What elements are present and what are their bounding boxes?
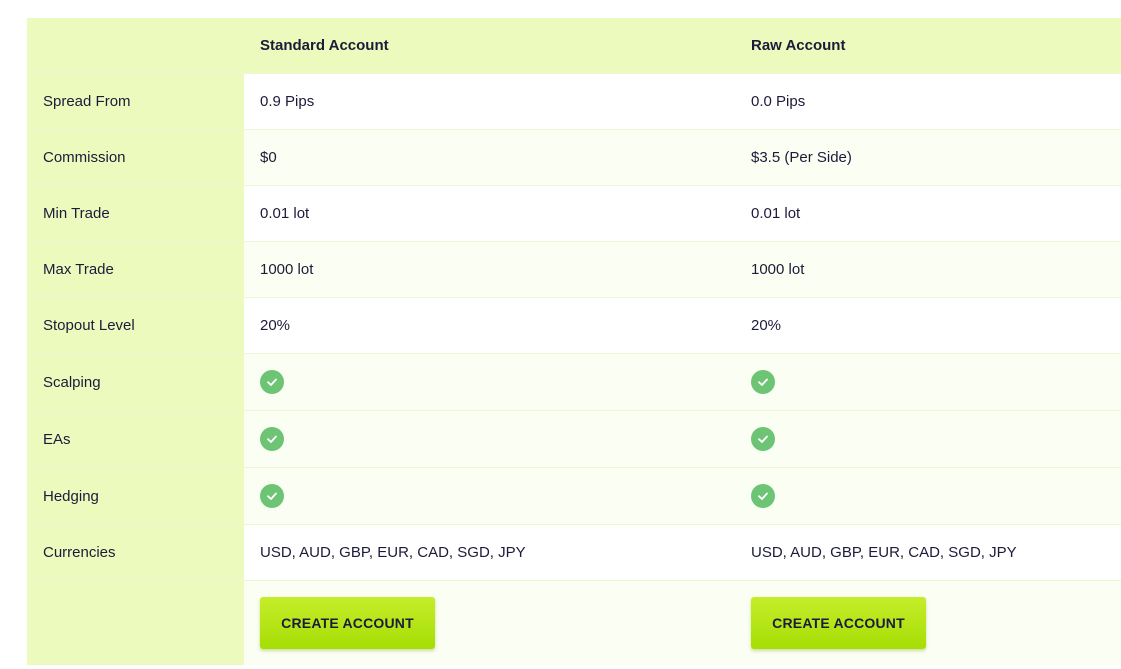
row-label: Spread From xyxy=(27,74,244,129)
standard-eas-cell xyxy=(244,411,735,467)
row-label: Scalping xyxy=(27,354,244,410)
table-row: Commission $0 $3.5 (Per Side) xyxy=(27,130,1121,186)
table-row: EAs xyxy=(27,411,1121,468)
create-raw-account-button[interactable]: CREATE ACCOUNT xyxy=(751,597,926,649)
table-row: Max Trade 1000 lot 1000 lot xyxy=(27,242,1121,298)
check-icon xyxy=(260,370,284,394)
standard-value: 20% xyxy=(244,298,735,353)
standard-hedging-cell xyxy=(244,468,735,524)
row-label: Max Trade xyxy=(27,242,244,297)
table-row: Stopout Level 20% 20% xyxy=(27,298,1121,354)
raw-hedging-cell xyxy=(735,468,1121,524)
create-standard-account-button[interactable]: CREATE ACCOUNT xyxy=(260,597,435,649)
standard-account-heading: Standard Account xyxy=(244,18,735,73)
row-label: Hedging xyxy=(27,468,244,524)
row-label: Stopout Level xyxy=(27,298,244,353)
raw-value: 0.0 Pips xyxy=(735,74,1121,129)
standard-value: $0 xyxy=(244,130,735,185)
standard-action-cell: CREATE ACCOUNT xyxy=(244,581,735,665)
row-label: Commission xyxy=(27,130,244,185)
table-row: Min Trade 0.01 lot 0.01 lot xyxy=(27,186,1121,242)
raw-value: 1000 lot xyxy=(735,242,1121,297)
table-row: Scalping xyxy=(27,354,1121,411)
check-icon xyxy=(260,427,284,451)
table-row: Currencies USD, AUD, GBP, EUR, CAD, SGD,… xyxy=(27,525,1121,581)
row-label: EAs xyxy=(27,411,244,467)
table-header: Standard Account Raw Account xyxy=(27,18,1121,74)
raw-value: $3.5 (Per Side) xyxy=(735,130,1121,185)
raw-value: 0.01 lot xyxy=(735,186,1121,241)
row-label: Min Trade xyxy=(27,186,244,241)
row-label: Currencies xyxy=(27,525,244,580)
check-icon xyxy=(751,484,775,508)
action-row: CREATE ACCOUNT CREATE ACCOUNT xyxy=(27,581,1121,665)
table-row: Hedging xyxy=(27,468,1121,525)
raw-action-cell: CREATE ACCOUNT xyxy=(735,581,1121,665)
check-icon xyxy=(751,370,775,394)
check-icon xyxy=(260,484,284,508)
header-label-cell xyxy=(27,18,244,73)
raw-value: 20% xyxy=(735,298,1121,353)
standard-value: 0.01 lot xyxy=(244,186,735,241)
raw-account-heading: Raw Account xyxy=(735,18,1121,73)
standard-scalping-cell xyxy=(244,354,735,410)
action-row-label xyxy=(27,581,244,665)
standard-value: USD, AUD, GBP, EUR, CAD, SGD, JPY xyxy=(244,525,735,580)
standard-value: 1000 lot xyxy=(244,242,735,297)
account-comparison-table: Standard Account Raw Account Spread From… xyxy=(27,18,1121,665)
raw-scalping-cell xyxy=(735,354,1121,410)
table-row: Spread From 0.9 Pips 0.0 Pips xyxy=(27,74,1121,130)
raw-eas-cell xyxy=(735,411,1121,467)
standard-value: 0.9 Pips xyxy=(244,74,735,129)
check-icon xyxy=(751,427,775,451)
raw-value: USD, AUD, GBP, EUR, CAD, SGD, JPY xyxy=(735,525,1121,580)
